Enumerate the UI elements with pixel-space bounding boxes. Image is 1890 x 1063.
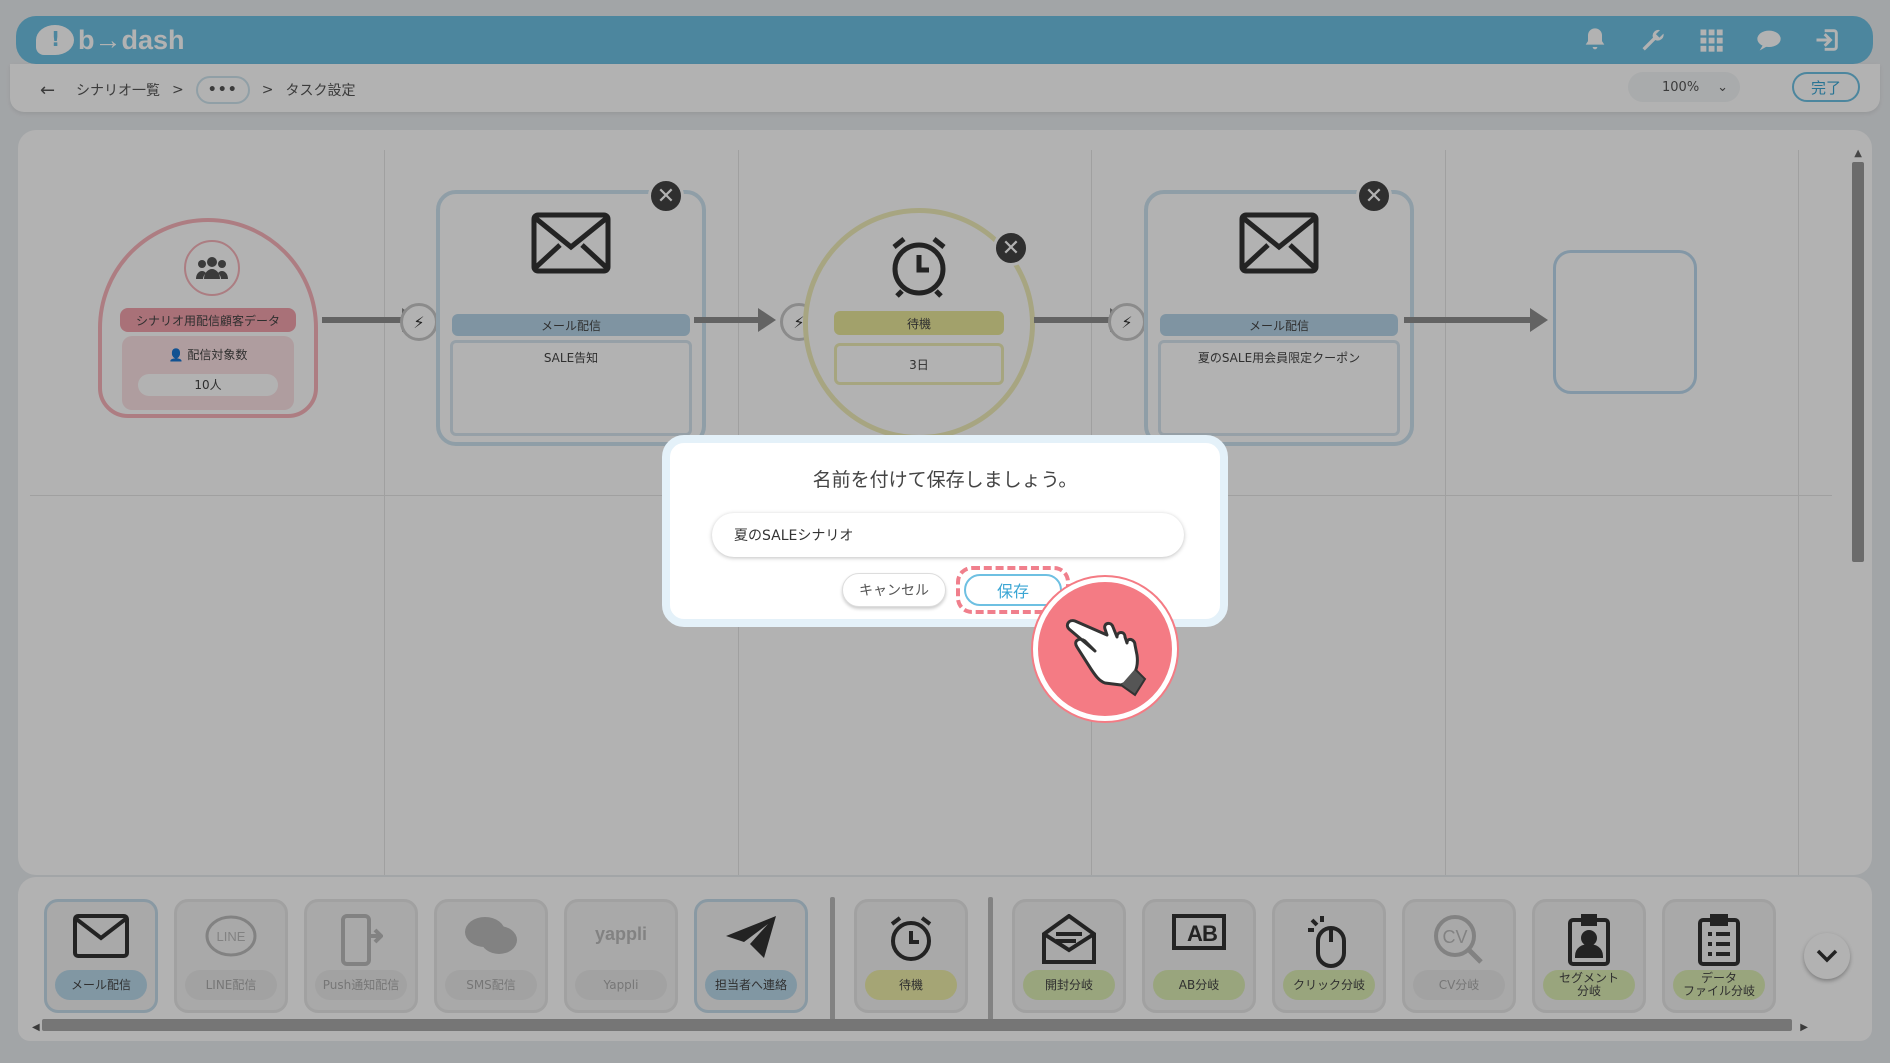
scenario-name-input[interactable] (712, 513, 1184, 557)
save-button[interactable]: 保存 (964, 574, 1062, 606)
pointing-hand-icon (1033, 577, 1177, 721)
dialog-title: 名前を付けて保存しましょう。 (812, 469, 1078, 491)
cancel-button[interactable]: キャンセル (842, 573, 946, 607)
